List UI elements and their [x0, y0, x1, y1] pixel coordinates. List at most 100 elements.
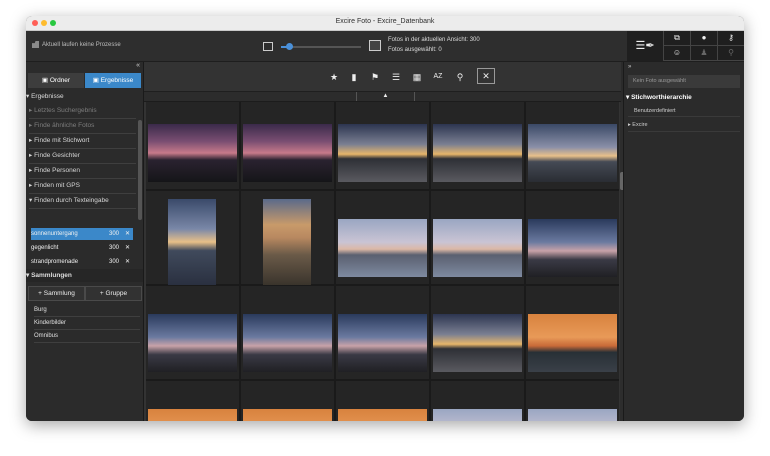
tab-results-label: Ergebnisse: [100, 77, 134, 84]
tab-folders-label: Ordner: [49, 77, 71, 84]
photo-thumbnail[interactable]: [336, 286, 429, 379]
search-item[interactable]: ▸ Letztes Suchergebnis: [29, 104, 136, 119]
location-pin-icon[interactable]: ●: [690, 31, 717, 46]
keyword-hierarchy-header[interactable]: ▾ Stichworthierarchie: [626, 92, 742, 103]
keyword-custom[interactable]: Benutzerdefiniert: [628, 105, 740, 117]
photo-image: [148, 314, 237, 372]
photo-thumbnail[interactable]: [241, 191, 334, 285]
photo-image: [433, 219, 522, 277]
photo-thumbnail[interactable]: [336, 381, 429, 421]
photo-thumbnail[interactable]: [526, 102, 619, 189]
process-status: Aktuell laufen keine Prozesse: [32, 41, 121, 48]
metadata-edit-button[interactable]: ☰✒: [627, 31, 664, 61]
zoom-icon[interactable]: ⚲: [717, 46, 744, 61]
search-item[interactable]: ▸ Finde Personen: [29, 164, 136, 179]
remove-result-icon[interactable]: ✕: [125, 256, 130, 268]
face-icon[interactable]: ☺: [663, 46, 690, 61]
search-item[interactable]: ▸ Finde mit Stichwort: [29, 134, 136, 149]
tab-results[interactable]: ▣ Ergebnisse: [85, 73, 141, 88]
keyword-excire-label: Excire: [632, 122, 648, 128]
no-photo-selected: Kein Foto ausgewählt: [628, 75, 740, 88]
text-result-row[interactable]: gegenlicht 300 ✕: [31, 242, 133, 254]
search-item[interactable]: ▸ Finde ähnliche Fotos: [29, 119, 136, 134]
search-icon[interactable]: ⚲: [454, 71, 466, 83]
photo-image: [338, 409, 427, 421]
calendar-icon[interactable]: ▦: [411, 71, 423, 83]
title-bar: Excire Foto - Excire_Datenbank: [26, 16, 744, 31]
clear-filter-button[interactable]: ✕: [477, 68, 495, 84]
remove-result-icon[interactable]: ✕: [125, 242, 130, 254]
photo-image: [338, 219, 427, 277]
keyword-excire[interactable]: ▸ Excire: [628, 119, 740, 132]
search-item-label: Finden mit GPS: [34, 182, 80, 189]
remove-result-icon[interactable]: ✕: [125, 228, 130, 240]
photo-image: [243, 314, 332, 372]
photo-image: [433, 314, 522, 372]
process-text: Aktuell laufen keine Prozesse: [42, 42, 121, 49]
results-header[interactable]: ▾ Ergebnisse: [26, 92, 143, 102]
top-right-buttons: ☰✒ ⧉ ● ⚷ ☺ ♟ ⚲: [627, 31, 744, 61]
text-result-row[interactable]: strandpromenade 300 ✕: [31, 256, 133, 268]
photo-thumbnail[interactable]: [146, 286, 239, 379]
photo-image: [528, 409, 617, 421]
photo-thumbnail[interactable]: [431, 102, 524, 189]
photo-thumbnail[interactable]: [431, 191, 524, 284]
star-icon[interactable]: ★: [328, 71, 340, 83]
key-icon[interactable]: ⚷: [717, 31, 744, 46]
photo-image: [528, 124, 617, 182]
search-item-label: Finde Gesichter: [34, 152, 80, 159]
people-icon[interactable]: ♟: [690, 46, 717, 61]
thumbnail-size-slider[interactable]: [281, 43, 361, 50]
collapse-left-icon[interactable]: «: [136, 62, 140, 69]
photo-thumbnail[interactable]: [431, 381, 524, 421]
photo-thumbnail[interactable]: [526, 191, 619, 284]
photo-stats: Fotos in der aktuellen Ansicht: 300 Foto…: [388, 35, 480, 55]
photo-image: [148, 409, 237, 421]
left-panel: « ▣ Ordner ▣ Ergebnisse ▾ Ergebnisse ▸ L…: [26, 62, 144, 421]
filter-toolbar: ★ ▮ ⚑ ☰ ▦ AZ ⚲ ✕: [144, 62, 621, 92]
window-title: Excire Foto - Excire_Datenbank: [335, 18, 435, 25]
text-result-row[interactable]: sonnenuntergang 300 ✕: [31, 228, 133, 240]
add-group-button[interactable]: + Gruppe: [85, 286, 142, 301]
text-result-count: 300: [108, 245, 119, 251]
photo-thumbnail[interactable]: [431, 286, 524, 379]
tab-folders[interactable]: ▣ Ordner: [28, 73, 84, 88]
photo-thumbnail[interactable]: [526, 286, 619, 379]
small-thumbnail-icon[interactable]: [263, 42, 273, 51]
search-item[interactable]: ▾ Finden durch Texteingabe: [29, 194, 136, 209]
search-item-label: Finde mit Stichwort: [34, 137, 90, 144]
chevron-up-icon[interactable]: ▲: [356, 92, 415, 101]
collection-item[interactable]: Omnibus: [34, 330, 140, 343]
photo-thumbnail[interactable]: [146, 191, 239, 285]
sort-az-icon[interactable]: AZ: [432, 71, 444, 83]
photo-thumbnail[interactable]: [241, 381, 334, 421]
search-item-label: Finde Personen: [34, 167, 80, 174]
photo-thumbnail[interactable]: [146, 102, 239, 189]
results-header-label: Ergebnisse: [31, 93, 64, 100]
search-item[interactable]: ▸ Finden mit GPS: [29, 179, 136, 194]
photo-thumbnail[interactable]: [336, 102, 429, 189]
slider-handle[interactable]: [286, 43, 293, 50]
list-icon[interactable]: ☰: [390, 71, 402, 83]
flag-icon[interactable]: ⚑: [369, 71, 381, 83]
photo-thumbnail[interactable]: [241, 286, 334, 379]
expand-right-icon[interactable]: »: [628, 64, 631, 70]
collections-header[interactable]: ▾ Sammlungen: [26, 269, 143, 282]
large-thumbnail-icon[interactable]: [369, 40, 381, 51]
app-window: Excire Foto - Excire_Datenbank Aktuell l…: [26, 16, 744, 421]
label-icon[interactable]: ▮: [348, 71, 360, 83]
photo-area: ★ ▮ ⚑ ☰ ▦ AZ ⚲ ✕ ▲: [144, 62, 625, 421]
add-collection-button[interactable]: + Sammlung: [28, 286, 85, 301]
collections-header-label: Sammlungen: [31, 272, 72, 279]
copy-icon[interactable]: ⧉: [663, 31, 690, 46]
photo-image: [243, 124, 332, 182]
search-item[interactable]: ▸ Finde Gesichter: [29, 149, 136, 164]
photo-thumbnail[interactable]: [336, 191, 429, 284]
photo-thumbnail[interactable]: [241, 102, 334, 189]
collection-item[interactable]: Kinderbilder: [34, 317, 140, 330]
left-scrollbar[interactable]: [138, 120, 142, 220]
collapse-strip: ▲: [144, 92, 621, 102]
photo-thumbnail[interactable]: [146, 381, 239, 421]
collection-item[interactable]: Burg: [34, 304, 140, 317]
photo-thumbnail[interactable]: [526, 381, 619, 421]
